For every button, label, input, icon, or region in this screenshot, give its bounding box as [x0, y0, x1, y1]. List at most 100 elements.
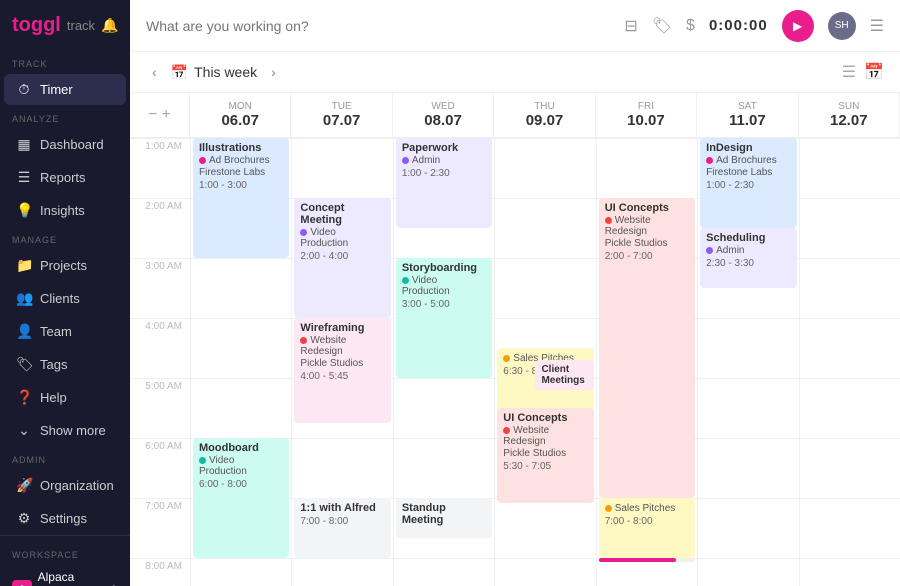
admin-section-label: ADMIN	[0, 447, 130, 469]
event-time: 3:00 - 5:00	[402, 299, 486, 310]
sidebar-item-help[interactable]: ❓ Help	[4, 382, 126, 413]
calendar-grid-wrapper: − + MON 06.07 TUE 07.07 WED 08.07 THU 09…	[130, 93, 900, 586]
sidebar-item-insights-label: Insights	[40, 203, 85, 218]
event-sub: Sales Pitches	[605, 503, 689, 514]
calendar-header-row: − + MON 06.07 TUE 07.07 WED 08.07 THU 09…	[130, 93, 900, 138]
calendar-view-button[interactable]: 📅	[864, 62, 884, 82]
header-icons: ⊟ 🏷 $ 0:00:00 ▶ SH ☰	[624, 10, 884, 42]
search-input[interactable]	[146, 18, 612, 34]
time-3am: 3:00 AM	[130, 258, 190, 318]
event-concept-meeting[interactable]: Concept Meeting Video Production 2:00 - …	[294, 198, 390, 318]
event-client-meetings[interactable]: Client Meetings	[535, 360, 593, 390]
clients-icon: 👥	[16, 290, 32, 307]
dollar-icon[interactable]: $	[686, 17, 695, 35]
event-company: Pickle Studios	[300, 358, 384, 369]
prev-week-button[interactable]: ‹	[146, 60, 163, 84]
sidebar-item-timer[interactable]: ⏱ Timer	[4, 74, 126, 105]
sidebar-item-reports[interactable]: ☰ Reports	[4, 162, 126, 193]
event-ui-concepts-fri[interactable]: UI Concepts Website Redesign Pickle Stud…	[599, 198, 695, 498]
event-title: UI Concepts	[503, 412, 587, 424]
workspace-item[interactable]: A Alpaca Army Toggl ⌃	[0, 564, 130, 586]
cal-day-num-sun: 12.07	[803, 112, 895, 129]
notification-bell-icon[interactable]: 🔔	[101, 17, 118, 34]
event-paperwork[interactable]: Paperwork Admin 1:00 - 2:30	[396, 138, 492, 228]
sidebar-bottom: WORKSPACE A Alpaca Army Toggl ⌃ SH Simon…	[0, 535, 130, 586]
sidebar-item-settings[interactable]: ⚙ Settings	[4, 503, 126, 534]
event-time: 1:00 - 2:30	[402, 168, 486, 179]
sidebar-item-organization[interactable]: 🚀 Organization	[4, 470, 126, 501]
dot-icon	[199, 457, 206, 464]
sidebar-item-dashboard[interactable]: ▦ Dashboard	[4, 129, 126, 160]
sidebar: toggl track 🔔 TRACK ⏱ Timer ANALYZE ▦ Da…	[0, 0, 130, 586]
next-week-button[interactable]: ›	[265, 60, 282, 84]
cal-day-num-thu: 09.07	[498, 112, 590, 129]
minus-icon: −	[148, 106, 157, 124]
event-sub: Website Redesign	[300, 335, 384, 357]
workspace-info: Alpaca Army Toggl	[38, 570, 104, 586]
event-storyboarding[interactable]: Storyboarding Video Production 3:00 - 5:…	[396, 258, 492, 378]
workspace-icon: A	[12, 580, 32, 586]
dot-icon	[605, 505, 612, 512]
dot-icon	[199, 157, 206, 164]
event-1on1-alfred[interactable]: 1:1 with Alfred 7:00 - 8:00	[294, 498, 390, 558]
progress-bar	[599, 558, 676, 562]
time-column: 1:00 AM 2:00 AM 3:00 AM 4:00 AM 5:00 AM …	[130, 138, 190, 586]
event-company: Firestone Labs	[706, 167, 790, 178]
sidebar-item-show-more[interactable]: ⌄ Show more	[4, 415, 126, 446]
event-ui-concepts-thu[interactable]: UI Concepts Website Redesign Pickle Stud…	[497, 408, 593, 503]
event-company: Firestone Labs	[199, 167, 283, 178]
event-time: 2:00 - 7:00	[605, 251, 689, 262]
event-sub: Video Production	[402, 275, 486, 297]
play-button[interactable]: ▶	[782, 10, 814, 42]
sidebar-item-reports-label: Reports	[40, 170, 86, 185]
day-col-fri: UI Concepts Website Redesign Pickle Stud…	[596, 138, 697, 586]
organization-icon: 🚀	[16, 477, 32, 494]
event-moodboard[interactable]: Moodboard Video Production 6:00 - 8:00	[193, 438, 289, 558]
event-scheduling[interactable]: Scheduling Admin 2:30 - 3:30	[700, 228, 796, 288]
dot-icon	[300, 229, 307, 236]
sidebar-item-team-label: Team	[40, 324, 72, 339]
user-avatar-header[interactable]: SH	[828, 12, 856, 40]
main-content: ⊟ 🏷 $ 0:00:00 ▶ SH ☰ ‹ 📅 This week › ☰ 📅…	[130, 0, 900, 586]
folder-icon[interactable]: ⊟	[624, 16, 637, 36]
event-sub: Ad Brochures	[199, 155, 283, 166]
cal-header-tue: TUE 07.07	[291, 93, 392, 137]
sidebar-item-clients[interactable]: 👥 Clients	[4, 283, 126, 314]
event-title: UI Concepts	[605, 202, 689, 214]
event-title: Paperwork	[402, 142, 486, 154]
add-event-button[interactable]: +	[162, 106, 171, 124]
track-section-label: TRACK	[0, 51, 130, 73]
cal-header-mon: MON 06.07	[190, 93, 291, 137]
dot-icon	[503, 355, 510, 362]
progress-container	[599, 558, 695, 562]
cal-header-wed: WED 08.07	[393, 93, 494, 137]
week-label[interactable]: 📅 This week	[171, 64, 257, 81]
dot-icon	[402, 277, 409, 284]
cal-day-name-tue: TUE	[295, 101, 387, 112]
help-icon: ❓	[16, 389, 32, 406]
event-title: Moodboard	[199, 442, 283, 454]
list-view-button[interactable]: ☰	[842, 62, 856, 82]
event-wireframing[interactable]: Wireframing Website Redesign Pickle Stud…	[294, 318, 390, 423]
event-illustrations[interactable]: Illustrations Ad Brochures Firestone Lab…	[193, 138, 289, 258]
time-5am: 5:00 AM	[130, 378, 190, 438]
settings-icon: ⚙	[16, 510, 32, 527]
sidebar-item-insights[interactable]: 💡 Insights	[4, 195, 126, 226]
sidebar-item-tags[interactable]: 🏷 Tags	[4, 349, 126, 380]
day-col-thu: Sales Pitches 6:30 - 8:00 Client Meeting…	[494, 138, 595, 586]
sidebar-item-tags-label: Tags	[40, 357, 67, 372]
calendar-body: 1:00 AM 2:00 AM 3:00 AM 4:00 AM 5:00 AM …	[130, 138, 900, 586]
event-standup[interactable]: Standup Meeting	[396, 498, 492, 538]
event-title: 1:1 with Alfred	[300, 502, 384, 514]
event-sales-pitches-fri[interactable]: Sales Pitches 7:00 - 8:00	[599, 498, 695, 558]
sidebar-item-team[interactable]: 👤 Team	[4, 316, 126, 347]
event-indesign[interactable]: InDesign Ad Brochures Firestone Labs 1:0…	[700, 138, 796, 228]
sidebar-item-projects[interactable]: 📁 Projects	[4, 250, 126, 281]
dot-icon	[300, 337, 307, 344]
projects-icon: 📁	[16, 257, 32, 274]
menu-icon[interactable]: ☰	[870, 16, 884, 36]
analyze-section-label: ANALYZE	[0, 106, 130, 128]
tag-icon[interactable]: 🏷	[652, 16, 672, 36]
cal-day-name-wed: WED	[397, 101, 489, 112]
time-8am: 8:00 AM	[130, 558, 190, 586]
